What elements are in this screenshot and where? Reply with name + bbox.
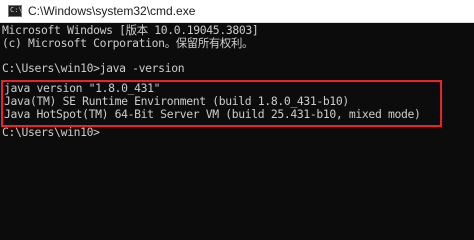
java-runtime-line: Java(TM) SE Runtime Environment (build 1…	[4, 94, 349, 108]
cmd-icon[interactable]: C:\	[8, 5, 23, 17]
console-line: Microsoft Windows [版本 10.0.19045.3803]	[2, 24, 259, 37]
java-vm-line: Java HotSpot(TM) 64-Bit Server VM (build…	[4, 107, 421, 121]
console-line: (c) Microsoft Corporation。保留所有权利。	[2, 36, 254, 50]
console-line: C:\Users\win10>java -version	[2, 62, 185, 76]
console-output[interactable]: Microsoft Windows [版本 10.0.19045.3803] (…	[1, 24, 472, 240]
window-title: C:\Windows\system32\cmd.exe	[28, 4, 196, 18]
title-bar: C:\ C:\Windows\system32\cmd.exe	[0, 0, 474, 23]
java-version-line: java version "1.8.0_431"	[4, 82, 161, 95]
console-prompt: C:\Users\win10>	[2, 126, 100, 140]
cmd-icon-glyph: C:\	[10, 6, 23, 14]
highlight-annotation: java version "1.8.0_431" Java(TM) SE Run…	[1, 80, 442, 127]
